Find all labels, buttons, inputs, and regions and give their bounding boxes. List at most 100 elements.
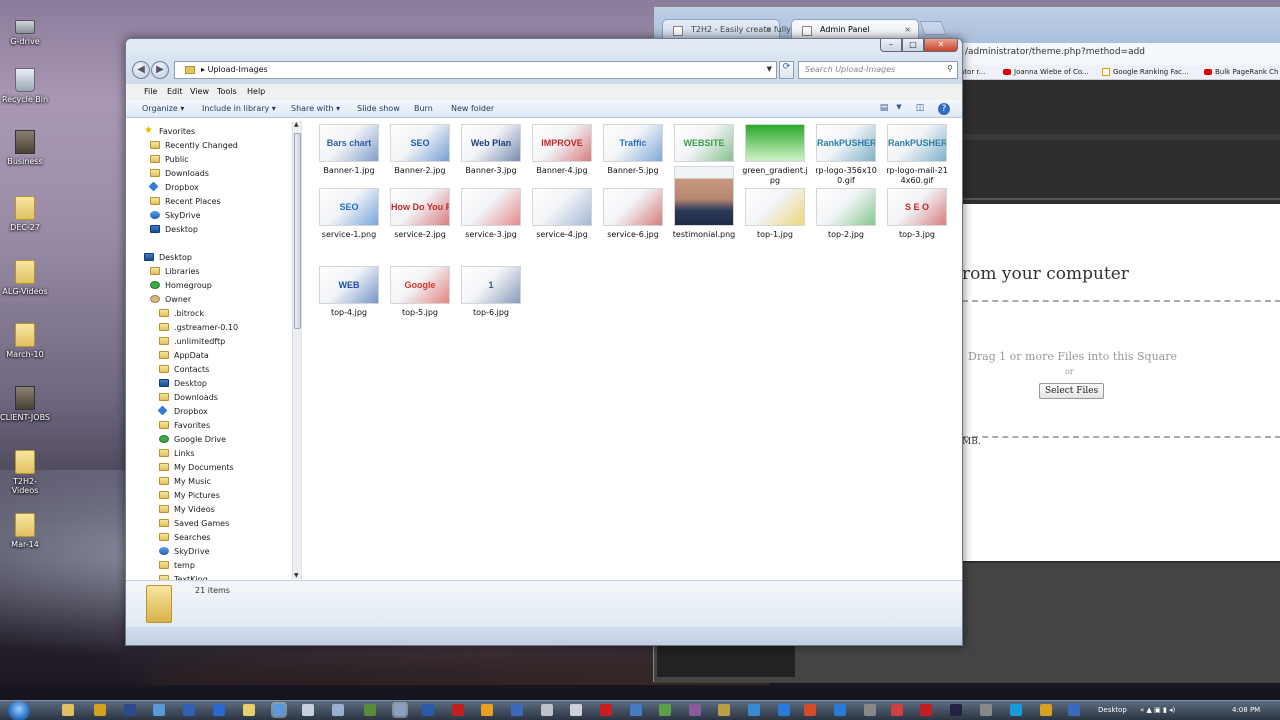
file-item[interactable]: 1 top-6.jpg xyxy=(458,266,524,318)
file-item[interactable]: How Do You Rank? service-2.jpg xyxy=(387,188,453,240)
search-icon[interactable]: ⚲ xyxy=(947,64,953,73)
chevron-down-icon[interactable]: ▼ xyxy=(893,103,905,115)
menu-edit[interactable]: Edit xyxy=(167,87,183,96)
app-icon[interactable] xyxy=(394,704,406,716)
menu-view[interactable]: View xyxy=(190,87,209,96)
tray-arrows[interactable]: « ▲ ▣ ▮ ◂) xyxy=(1140,706,1175,714)
chrome-icon[interactable] xyxy=(94,704,106,716)
new-tab-button[interactable] xyxy=(919,21,947,35)
nav-item-public[interactable]: Public xyxy=(150,155,189,164)
nav-item-homegroup[interactable]: Homegroup xyxy=(150,281,212,290)
app-icon[interactable] xyxy=(1040,704,1052,716)
dropzone-text[interactable]: Drag 1 or more Files into this Square xyxy=(968,350,1177,363)
app-icon[interactable] xyxy=(891,704,903,716)
file-item[interactable]: Web Plan Banner-3.jpg xyxy=(458,124,524,176)
file-item[interactable]: service-6.jpg xyxy=(600,188,666,240)
menu-help[interactable]: Help xyxy=(247,87,265,96)
file-item[interactable]: top-2.jpg xyxy=(813,188,879,240)
app-icon[interactable] xyxy=(980,704,992,716)
select-files-button[interactable]: Select Files xyxy=(1039,383,1105,399)
nav-item-my-documents[interactable]: My Documents xyxy=(159,463,234,472)
nav-item-my-music[interactable]: My Music xyxy=(159,477,211,486)
file-item[interactable]: IMPROVE Banner-4.jpg xyxy=(529,124,595,176)
back-button[interactable]: ◀ xyxy=(132,61,150,79)
app-icon[interactable] xyxy=(1068,704,1080,716)
chevron-down-icon[interactable]: ▼ xyxy=(767,65,772,73)
chrome-icon[interactable] xyxy=(804,704,816,716)
nav-item-my-pictures[interactable]: My Pictures xyxy=(159,491,220,500)
file-item[interactable]: S E O top-3.jpg xyxy=(884,188,950,240)
scroll-up-icon[interactable]: ▲ xyxy=(294,121,299,128)
app-icon[interactable] xyxy=(630,704,642,716)
file-item[interactable]: SEO service-1.png xyxy=(316,188,382,240)
nav-item-temp[interactable]: temp xyxy=(159,561,195,570)
close-tab-icon[interactable]: × xyxy=(904,25,911,34)
app-icon[interactable] xyxy=(689,704,701,716)
chrome-icon[interactable] xyxy=(213,704,225,716)
menu-file[interactable]: File xyxy=(144,87,157,96)
menu-tools[interactable]: Tools xyxy=(217,87,237,96)
dreamweaver-icon[interactable] xyxy=(364,704,376,716)
breadcrumb[interactable]: Upload-Images xyxy=(208,65,268,74)
nav-item-favorites[interactable]: ★ Favorites xyxy=(144,125,195,136)
nav-item-recently-changed[interactable]: Recently Changed xyxy=(150,141,238,150)
file-item[interactable]: WEB top-4.jpg xyxy=(316,266,382,318)
app-icon[interactable] xyxy=(748,704,760,716)
nav-item-saved-games[interactable]: Saved Games xyxy=(159,519,229,528)
burn-button[interactable]: Burn xyxy=(414,104,433,113)
desktop-icon-business[interactable]: Business xyxy=(0,130,50,166)
app-icon[interactable] xyxy=(570,704,582,716)
photoshop-icon[interactable] xyxy=(124,704,136,716)
address-bar[interactable]: ▸ Upload-Images ▼ xyxy=(174,61,777,79)
file-item[interactable]: green_gradient.jpg xyxy=(742,124,808,186)
app-icon[interactable] xyxy=(153,704,165,716)
file-item[interactable]: service-3.jpg xyxy=(458,188,524,240)
bookmark-item[interactable]: Google Ranking Fac... xyxy=(1102,68,1189,76)
nav-item-favorites[interactable]: Favorites xyxy=(159,421,210,430)
app-icon[interactable] xyxy=(511,704,523,716)
explorer-icon[interactable] xyxy=(62,704,74,716)
nav-item-dropbox[interactable]: Dropbox xyxy=(148,181,199,192)
desktop-icon-client-jobs[interactable]: CLIENT-JOBS xyxy=(0,386,50,422)
nav-item-desktop[interactable]: Desktop xyxy=(150,225,198,234)
file-item[interactable]: top-1.jpg xyxy=(742,188,808,240)
scroll-down-icon[interactable]: ▼ xyxy=(294,572,299,579)
start-button[interactable] xyxy=(8,701,30,720)
desktop-icon-march-10[interactable]: March-10 xyxy=(0,323,50,359)
title-bar[interactable]: – □ ✕ ◀ ▶ ▸ Upload-Images ▼ ⟳ Search Upl… xyxy=(126,39,962,84)
file-item[interactable]: Traffic Banner-5.jpg xyxy=(600,124,666,176)
nav-item-recent-places[interactable]: Recent Places xyxy=(150,197,221,206)
desktop-icon-t2h2-videos[interactable]: T2H2-Videos xyxy=(0,450,50,495)
desktop-icon-dec-27[interactable]: DEC-27 xyxy=(0,196,50,232)
app-icon[interactable] xyxy=(541,704,553,716)
new-folder-button[interactable]: New folder xyxy=(451,104,494,113)
file-item[interactable]: SEO Banner-2.jpg xyxy=(387,124,453,176)
help-icon[interactable]: ? xyxy=(938,103,950,115)
organize-button[interactable]: Organize ▾ xyxy=(142,104,184,113)
firefox-icon[interactable] xyxy=(183,704,195,716)
ie-icon[interactable] xyxy=(834,704,846,716)
file-item[interactable]: Google top-5.jpg xyxy=(387,266,453,318)
desktop-icon-g-drive[interactable]: G-drive xyxy=(0,12,50,46)
minimize-button[interactable]: – xyxy=(880,39,902,52)
desktop-icon-alg-videos[interactable]: ALG-Videos xyxy=(0,260,50,296)
nav-item-desktop[interactable]: Desktop xyxy=(144,253,192,262)
nav-item-dropbox[interactable]: Dropbox xyxy=(157,405,208,416)
share-with-button[interactable]: Share with ▾ xyxy=(291,104,340,113)
nav-item-searches[interactable]: Searches xyxy=(159,533,211,542)
search-input[interactable]: Search Upload-Images ⚲ xyxy=(798,61,958,79)
desktop-icon-recycle-bin[interactable]: Recycle Bin xyxy=(0,68,50,104)
nav-item--unlimitedftp[interactable]: .unlimitedftp xyxy=(159,337,225,346)
preview-pane-icon[interactable]: ◫ xyxy=(914,103,926,115)
slide-show-button[interactable]: Slide show xyxy=(357,104,400,113)
folder-icon[interactable] xyxy=(243,704,255,716)
include-in-library-button[interactable]: Include in library ▾ xyxy=(202,104,276,113)
nav-item-downloads[interactable]: Downloads xyxy=(159,393,218,402)
h-icon[interactable] xyxy=(950,704,962,716)
dropbox-icon[interactable] xyxy=(778,704,790,716)
skype-icon[interactable] xyxy=(1010,704,1022,716)
close-tab-icon[interactable]: × xyxy=(765,25,772,34)
app-icon[interactable] xyxy=(920,704,932,716)
app-icon[interactable] xyxy=(718,704,730,716)
file-item[interactable]: RankPUSHER rp-logo-mail-214x60.gif xyxy=(884,124,950,186)
